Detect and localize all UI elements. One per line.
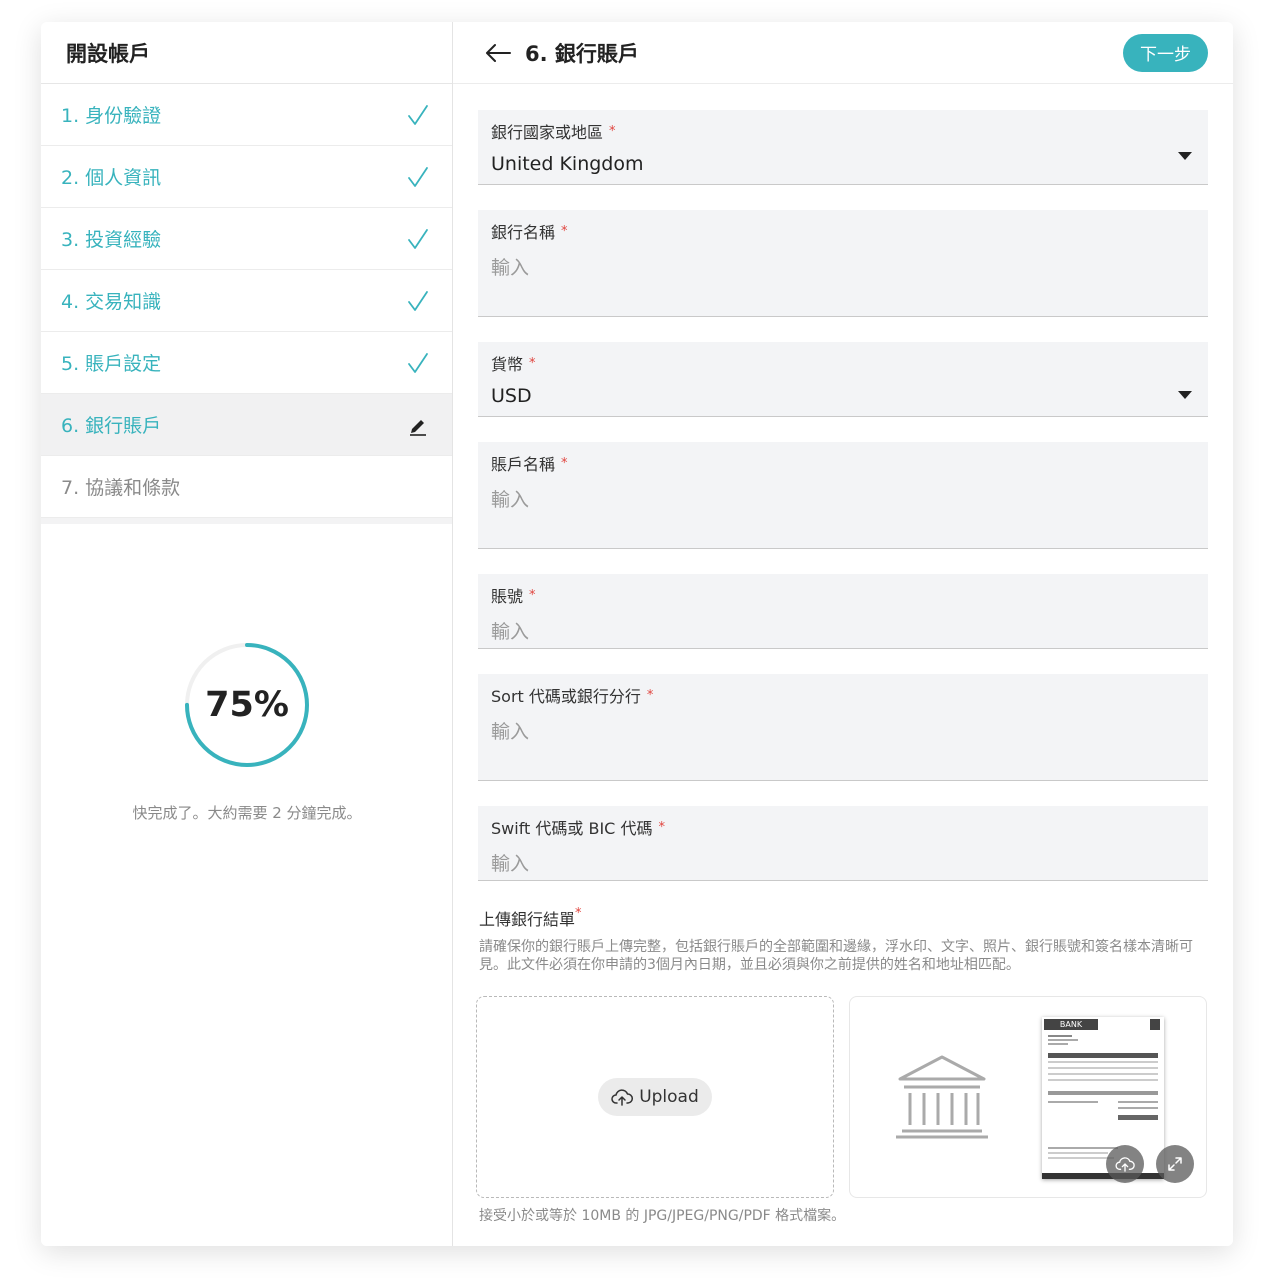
sidebar-header: 開設帳戶 [41, 22, 452, 84]
upload-description: 請確保你的銀行賬戶上傳完整，包括銀行賬戶的全部範圍和邊緣，浮水印、文字、照片、銀… [479, 939, 1193, 973]
progress-section: 75% 快完成了。大約需要 2 分鐘完成。 [41, 642, 453, 823]
field-placeholder: 輸入 [491, 621, 530, 643]
upload-file-note: 接受小於或等於 10MB 的 JPG/JPEG/PNG/PDF 格式檔案。 [479, 1208, 846, 1224]
required-mark: * [658, 819, 665, 835]
account-name-field[interactable]: 賬戶名稱 * 輸入 [478, 442, 1208, 549]
expand-icon[interactable] [1156, 1145, 1194, 1183]
check-icon [406, 165, 430, 189]
field-value: United Kingdom [491, 153, 644, 175]
upload-button-label: Upload [639, 1087, 699, 1107]
progress-ring: 75% [184, 642, 310, 768]
required-mark: * [609, 123, 616, 139]
upload-dropzone[interactable]: Upload [476, 996, 834, 1198]
step-investment-experience[interactable]: 3. 投資經驗 [41, 208, 452, 270]
field-label: 銀行國家或地區 [491, 123, 604, 142]
step-agreement-terms[interactable]: 7. 協議和條款 [41, 456, 452, 518]
currency-select[interactable]: 貨幣 * USD [478, 342, 1208, 417]
step-label: 4. 交易知識 [61, 291, 162, 313]
bank-country-select[interactable]: 銀行國家或地區 * United Kingdom [478, 110, 1208, 185]
upload-title: 上傳銀行結單* [479, 906, 582, 929]
account-number-field[interactable]: 賬號 * 輸入 [478, 574, 1208, 649]
steps-sidebar: 開設帳戶 1. 身份驗證 2. 個人資訊 3. 投資經驗 4. 交易知識 5. … [41, 22, 453, 1246]
step-identity-verification[interactable]: 1. 身份驗證 [41, 84, 452, 146]
field-placeholder: 輸入 [491, 257, 530, 279]
field-placeholder: 輸入 [491, 721, 530, 743]
main-header: 6. 銀行賬戶 下一步 [453, 22, 1233, 84]
step-label: 2. 個人資訊 [61, 167, 162, 189]
required-mark: * [529, 355, 536, 371]
field-label: 銀行名稱 [491, 223, 556, 242]
arrow-left-icon[interactable] [483, 38, 513, 68]
field-label: 賬號 [491, 587, 524, 606]
sample-doc-header: BANK [1044, 1019, 1098, 1030]
field-placeholder: 輸入 [491, 853, 530, 875]
required-mark: * [529, 587, 536, 603]
caret-down-icon [1178, 391, 1192, 399]
check-icon [406, 351, 430, 375]
required-mark: * [646, 687, 654, 703]
check-icon [406, 227, 430, 251]
required-mark: * [561, 455, 568, 471]
sample-upload-icon[interactable] [1106, 1145, 1144, 1183]
sort-code-field[interactable]: Sort 代碼或銀行分行 * 輸入 [478, 674, 1208, 781]
field-label: 貨幣 [491, 355, 524, 374]
next-button[interactable]: 下一步 [1123, 33, 1208, 72]
sample-statement-preview: BANK [849, 996, 1207, 1198]
step-label: 5. 賬戶設定 [61, 353, 162, 375]
bank-building-icon [896, 1055, 988, 1139]
step-label: 6. 銀行賬戶 [61, 415, 162, 437]
required-mark: * [561, 223, 568, 239]
step-label: 1. 身份驗證 [61, 105, 162, 127]
progress-note: 快完成了。大約需要 2 分鐘完成。 [132, 804, 362, 822]
field-placeholder: 輸入 [491, 489, 530, 511]
upload-button[interactable]: Upload [598, 1078, 712, 1116]
cloud-upload-icon [611, 1089, 634, 1106]
sample-bank-statement: BANK [1042, 1017, 1164, 1179]
step-personal-info[interactable]: 2. 個人資訊 [41, 146, 452, 208]
required-mark: * [575, 906, 582, 921]
step-label: 3. 投資經驗 [61, 229, 162, 251]
check-icon [406, 103, 430, 127]
sidebar-divider [41, 518, 452, 524]
progress-percent: 75% [205, 685, 289, 725]
step-account-settings[interactable]: 5. 賬戶設定 [41, 332, 452, 394]
step-label: 7. 協議和條款 [61, 477, 181, 499]
check-icon [406, 289, 430, 313]
field-label: Swift 代碼或 BIC 代碼 [491, 819, 653, 838]
step-bank-account[interactable]: 6. 銀行賬戶 [41, 394, 452, 456]
bank-name-field[interactable]: 銀行名稱 * 輸入 [478, 210, 1208, 317]
field-value: USD [491, 385, 532, 407]
swift-code-field[interactable]: Swift 代碼或 BIC 代碼 * 輸入 [478, 806, 1208, 881]
sidebar-title: 開設帳戶 [66, 41, 150, 66]
field-label: 賬戶名稱 [491, 455, 556, 474]
caret-down-icon [1178, 152, 1192, 160]
field-label: Sort 代碼或銀行分行 [491, 687, 641, 706]
step-trading-knowledge[interactable]: 4. 交易知識 [41, 270, 452, 332]
page-title: 6. 銀行賬戶 [525, 41, 639, 66]
pencil-icon [406, 413, 430, 437]
